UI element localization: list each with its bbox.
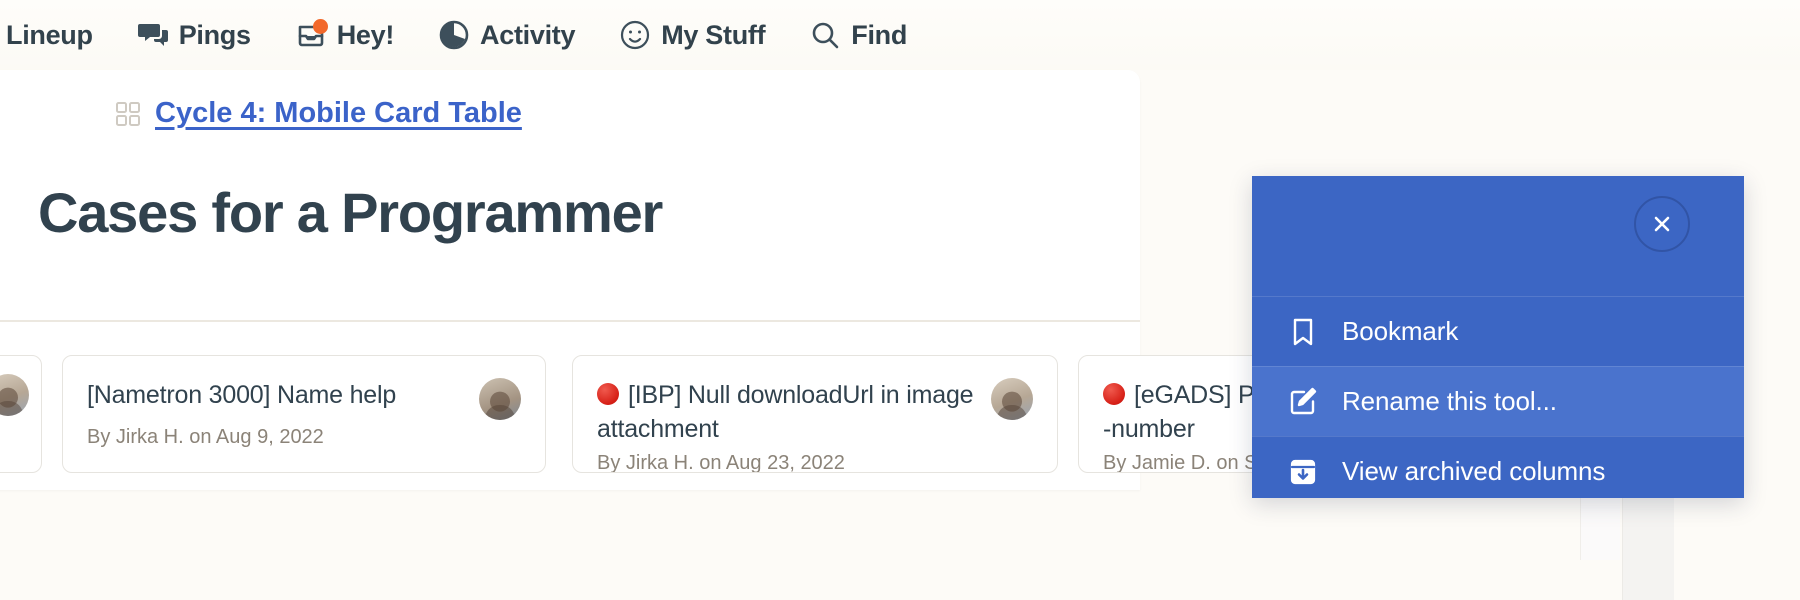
card-meta: By Jirka H. on Aug 23, 2022	[597, 452, 845, 473]
card-item[interactable]: [Nametron 3000] Name help By Jirka H. on…	[62, 355, 546, 473]
smiley-face-icon	[619, 19, 651, 51]
close-icon	[1648, 210, 1676, 238]
menu-item-view-archived-columns[interactable]: View archived columns	[1252, 436, 1744, 506]
panel-divider	[0, 320, 1140, 322]
nav-label-lineup: Lineup	[6, 19, 93, 50]
menu-item-bookmark[interactable]: Bookmark	[1252, 296, 1744, 366]
menu-item-label: Bookmark	[1342, 316, 1459, 346]
nav-item-activity[interactable]: Activity	[416, 0, 597, 70]
bookmark-icon	[1286, 315, 1320, 349]
grid-squares-icon	[115, 101, 141, 127]
inbox-tray-icon	[295, 19, 328, 51]
nav-label-my-stuff: My Stuff	[661, 19, 766, 50]
chat-bubbles-icon	[137, 19, 169, 51]
nav-item-pings[interactable]: Pings	[115, 0, 273, 70]
card-meta: 2	[0, 442, 29, 465]
notification-badge	[312, 19, 328, 34]
card-title-text-line2: -number	[1103, 415, 1195, 443]
search-icon	[809, 19, 841, 51]
nav-label-hey: Hey!	[336, 19, 395, 50]
nav-label-find: Find	[851, 19, 908, 50]
avatar	[991, 378, 1033, 420]
app-screen: Lineup Pings Hey! Activity My Stuff Find…	[0, 0, 1800, 600]
breadcrumb: Cycle 4: Mobile Card Table	[115, 97, 522, 130]
breadcrumb-link[interactable]: Cycle 4: Mobile Card Table	[155, 97, 522, 130]
red-flag-icon	[597, 383, 619, 405]
top-navbar: Lineup Pings Hey! Activity My Stuff Find	[0, 0, 1800, 70]
menu-item-rename-this-tool[interactable]: Rename this tool...	[1252, 366, 1744, 436]
nav-item-find[interactable]: Find	[787, 0, 929, 70]
card-meta: By Jirka H. on Aug 9, 2022	[87, 426, 324, 448]
card-item[interactable]: [IBP] Null downloadUrl in image attachme…	[572, 355, 1058, 473]
card-item[interactable]: 2	[0, 355, 42, 473]
nav-item-my-stuff[interactable]: My Stuff	[597, 0, 787, 70]
pie-clock-icon	[438, 19, 470, 51]
avatar	[479, 378, 521, 420]
rename-pencil-icon	[1286, 385, 1320, 419]
menu-item-label: View archived columns	[1342, 456, 1606, 486]
card-title: [IBP] Null downloadUrl in image attachme…	[597, 378, 977, 446]
card-title: [Nametron 3000] Name help	[87, 381, 397, 409]
tool-options-menu: Bookmark Rename this tool... View archiv…	[1252, 176, 1744, 498]
card-title-text: [IBP] Null downloadUrl in image attachme…	[597, 381, 974, 443]
nav-item-lineup[interactable]: Lineup	[0, 0, 115, 70]
nav-label-activity: Activity	[480, 19, 576, 50]
card-title-text: [eGADS] P	[1134, 381, 1255, 409]
menu-item-label: Rename this tool...	[1342, 386, 1557, 416]
nav-item-hey[interactable]: Hey!	[273, 0, 416, 70]
nav-label-pings: Pings	[178, 19, 251, 50]
close-button[interactable]	[1634, 196, 1690, 252]
red-flag-icon	[1103, 383, 1125, 405]
page-title: Cases for a Programmer	[38, 181, 663, 244]
menu-header	[1252, 176, 1744, 296]
archive-down-icon	[1286, 455, 1320, 489]
avatar	[0, 374, 29, 416]
